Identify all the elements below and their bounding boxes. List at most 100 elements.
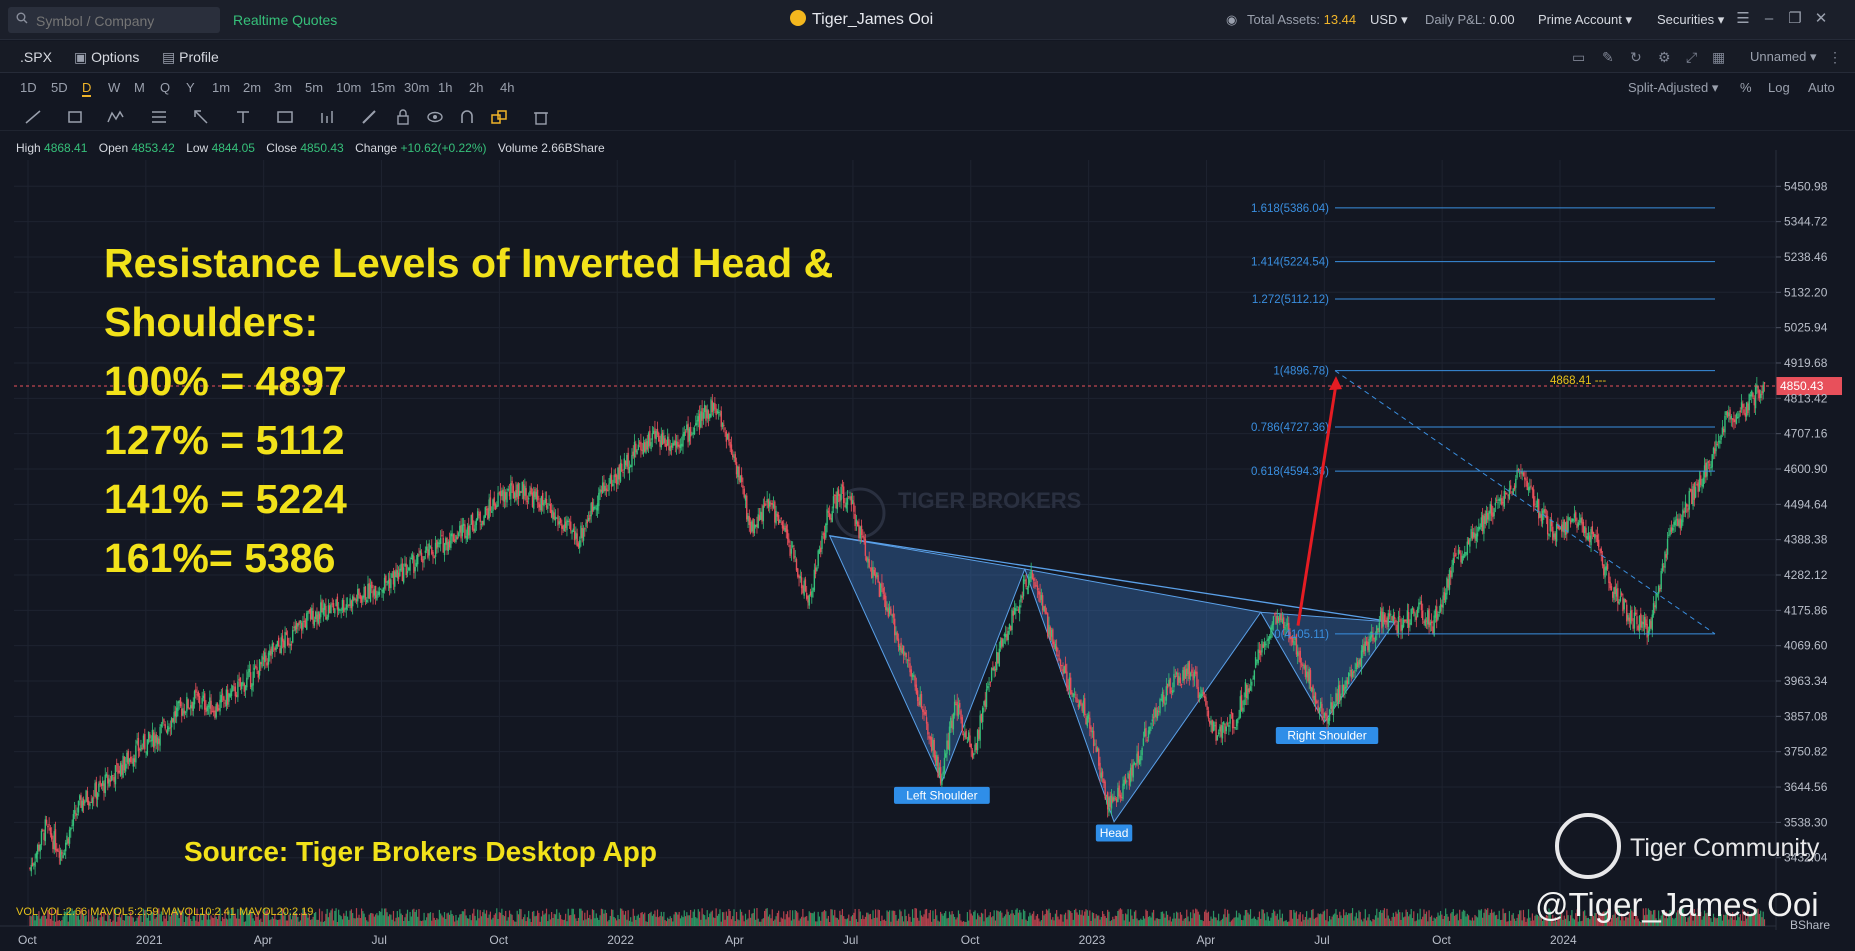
volume-bar <box>1220 919 1222 926</box>
text-tool-icon[interactable] <box>234 109 252 125</box>
price-tick-label: 3963.34 <box>1784 674 1828 688</box>
profile-tab[interactable]: ▤ Profile <box>162 49 219 66</box>
options-tab[interactable]: ▣ Options <box>74 49 139 66</box>
edit-icon[interactable]: ✎ <box>1602 49 1614 66</box>
log-toggle[interactable]: Log <box>1768 80 1790 95</box>
volume-bar <box>1503 913 1505 926</box>
securities-select[interactable]: Securities ▾ <box>1657 12 1724 28</box>
timeframe-2m[interactable]: 2m <box>243 80 261 95</box>
split-adjusted-select[interactable]: Split-Adjusted ▾ <box>1628 80 1718 96</box>
restore-icon[interactable]: ❐ <box>1784 8 1806 30</box>
volume-bar <box>897 918 900 926</box>
tab-symbol[interactable]: .SPX <box>20 49 52 65</box>
head-label[interactable]: Head <box>1095 824 1133 842</box>
candle <box>1636 609 1638 631</box>
candle <box>331 597 333 608</box>
currency-select[interactable]: USD ▾ <box>1370 12 1408 28</box>
fib-level[interactable]: 1.272(5112.12) <box>1252 294 1715 306</box>
realtime-quotes-link[interactable]: Realtime Quotes <box>233 12 337 28</box>
timeframe-15m[interactable]: 15m <box>370 80 395 95</box>
candle <box>1404 619 1406 624</box>
candle <box>337 602 340 616</box>
candle <box>284 626 286 654</box>
candle <box>1457 544 1460 560</box>
auto-toggle[interactable]: Auto <box>1808 80 1835 95</box>
timeframe-4h[interactable]: 4h <box>500 80 514 95</box>
layout-icon[interactable]: ▦ <box>1712 49 1725 66</box>
search-input[interactable] <box>34 11 218 31</box>
right-shoulder-label[interactable]: Right Shoulder <box>1275 727 1379 745</box>
candle <box>1572 518 1574 524</box>
candle <box>1541 508 1544 528</box>
candle <box>98 781 100 797</box>
candle <box>150 735 152 748</box>
timeframe-d[interactable]: D <box>82 80 92 97</box>
candle <box>627 447 629 474</box>
candle <box>386 580 388 586</box>
magnet-icon[interactable] <box>458 109 476 125</box>
symbol-search[interactable] <box>8 7 220 33</box>
fibonacci-tool-icon[interactable] <box>150 109 168 125</box>
fib-level[interactable]: 1.414(5224.54) <box>1251 257 1715 269</box>
timeframe-y[interactable]: Y <box>186 80 195 95</box>
pattern-tool-icon[interactable] <box>106 109 124 125</box>
user-name[interactable]: Tiger_James Ooi <box>790 10 933 29</box>
trendline-tool-icon[interactable] <box>24 109 42 125</box>
timeframe-1h[interactable]: 1h <box>438 80 452 95</box>
timeframe-w[interactable]: W <box>108 80 120 95</box>
rectangle-tool-icon[interactable] <box>66 109 84 125</box>
fib-level[interactable]: 0.786(4727.36) <box>1251 422 1715 434</box>
volume-bar <box>1257 916 1259 926</box>
screenshot-icon[interactable]: ▭ <box>1572 49 1585 66</box>
candle <box>1715 433 1717 457</box>
fib-level[interactable]: 1(4896.78) <box>1273 366 1715 378</box>
percent-toggle[interactable]: % <box>1740 80 1752 95</box>
volume-bar <box>1309 917 1312 926</box>
candle <box>979 710 981 749</box>
volume-bar <box>734 921 736 926</box>
candle <box>1679 513 1682 536</box>
candle <box>1159 697 1161 716</box>
arrow-tool-icon[interactable] <box>192 109 210 125</box>
lock-icon[interactable] <box>394 109 412 125</box>
timeframe-10m[interactable]: 10m <box>336 80 361 95</box>
close-icon[interactable]: ✕ <box>1810 8 1832 30</box>
timeframe-30m[interactable]: 30m <box>404 80 429 95</box>
account-select[interactable]: Prime Account ▾ <box>1538 12 1632 28</box>
annotation-title-line1: Resistance Levels of Inverted Head & <box>104 240 834 286</box>
timeframe-1m[interactable]: 1m <box>212 80 230 95</box>
timeframe-q[interactable]: Q <box>160 80 170 95</box>
timeframe-2h[interactable]: 2h <box>469 80 483 95</box>
candle <box>789 540 791 559</box>
delete-icon[interactable] <box>532 109 550 125</box>
minimize-icon[interactable]: – <box>1758 8 1780 30</box>
timeframe-m[interactable]: M <box>134 80 145 95</box>
layout-select[interactable]: Unnamed ▾ <box>1750 49 1817 65</box>
settings-icon[interactable]: ⚙ <box>1658 49 1671 66</box>
volume-bar <box>672 921 674 926</box>
volume-bar <box>1151 912 1153 926</box>
label-tool-icon[interactable] <box>276 109 294 125</box>
timeframe-5m[interactable]: 5m <box>305 80 323 95</box>
timeframe-3m[interactable]: 3m <box>274 80 292 95</box>
fullscreen-icon[interactable]: ⤢ <box>1686 49 1697 66</box>
candle <box>1414 611 1416 622</box>
more-icon[interactable]: ⋮ <box>1828 49 1842 66</box>
timeframe-5d[interactable]: 5D <box>51 80 68 95</box>
eye-icon[interactable]: ◉ <box>1226 12 1237 28</box>
volume-bar <box>588 917 590 926</box>
refresh-icon[interactable]: ↻ <box>1630 49 1642 66</box>
volume-bar <box>1141 919 1143 926</box>
brush-tool-icon[interactable] <box>360 109 378 125</box>
visibility-icon[interactable] <box>426 109 444 125</box>
volume-bar <box>978 915 980 926</box>
select-tool-icon[interactable] <box>490 109 508 125</box>
left-shoulder-label[interactable]: Left Shoulder <box>893 786 990 804</box>
measure-tool-icon[interactable] <box>318 109 336 125</box>
timeframe-1d[interactable]: 1D <box>20 80 37 95</box>
volume-bar <box>891 910 893 926</box>
menu-icon[interactable]: ☰ <box>1732 8 1754 30</box>
fib-level[interactable]: 1.618(5386.04) <box>1251 203 1715 215</box>
candle <box>522 480 525 504</box>
volume-bar <box>1178 918 1180 926</box>
